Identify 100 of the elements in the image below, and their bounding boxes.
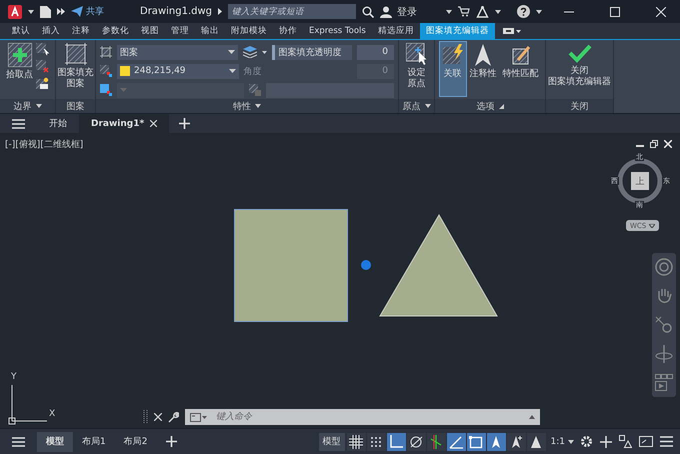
transparency-value[interactable]: 0 <box>357 44 394 60</box>
cart-icon[interactable] <box>458 6 470 17</box>
background-color-dropdown[interactable] <box>117 82 244 98</box>
triangle-nodes-icon[interactable] <box>476 6 489 18</box>
ribbon-tab[interactable]: 管理 <box>165 23 195 39</box>
layout-tab[interactable]: 布局2 <box>114 432 156 452</box>
drag-handle-icon[interactable] <box>143 410 148 424</box>
panel-title: 边界 <box>14 100 32 112</box>
layers-icon[interactable] <box>243 46 258 58</box>
caret-icon[interactable] <box>262 50 268 54</box>
selection-box-toggle[interactable] <box>466 432 486 450</box>
close-icon[interactable] <box>656 6 666 16</box>
ribbon-tab[interactable]: 注释 <box>66 23 96 39</box>
caret-icon[interactable] <box>495 10 501 14</box>
brush-icon <box>510 44 532 66</box>
expand-corner-icon[interactable] <box>498 104 504 108</box>
file-tab[interactable]: 开始 <box>37 114 79 134</box>
hand-icon[interactable] <box>656 287 672 306</box>
steering-wheel-icon[interactable] <box>655 258 673 276</box>
ribbon-tab[interactable]: 精选应用 <box>372 23 420 39</box>
annotative-button[interactable]: 注释性 <box>468 42 498 96</box>
file-icon[interactable] <box>40 6 51 18</box>
ribbon-tab[interactable]: Express Tools <box>303 23 372 39</box>
ribbon-tab[interactable]: 附加模块 <box>225 23 273 39</box>
corner-toggle[interactable] <box>386 432 406 450</box>
panel-toggle-icon[interactable] <box>502 27 521 35</box>
fullscreen-icon[interactable] <box>639 436 653 447</box>
file-tab[interactable]: Drawing1* <box>79 114 170 134</box>
pick-points-button[interactable]: 拾取点 <box>6 43 33 82</box>
menu-icon[interactable] <box>660 436 673 447</box>
caret-icon[interactable] <box>536 10 542 14</box>
viewport-label[interactable]: [-][俯视][二维线框] <box>5 138 84 151</box>
close-icon[interactable] <box>154 413 162 421</box>
transparency-field[interactable]: 图案填充透明度 <box>272 44 352 60</box>
target-toggle[interactable] <box>406 432 426 450</box>
triangle-icon <box>529 434 544 448</box>
help-icon[interactable] <box>517 5 530 18</box>
caret-icon[interactable] <box>424 104 430 108</box>
select-objects-icon[interactable] <box>36 43 49 56</box>
ribbon-tab[interactable]: 参数化 <box>96 23 135 39</box>
close-icon[interactable] <box>664 140 672 148</box>
plus-icon[interactable] <box>600 436 612 448</box>
caret-icon[interactable] <box>28 10 34 14</box>
showmotion-icon[interactable] <box>655 374 673 392</box>
grid-toggle[interactable] <box>346 432 366 450</box>
dots-toggle[interactable] <box>366 432 386 450</box>
wrench-icon[interactable] <box>168 412 179 422</box>
hatch-color-dropdown[interactable]: 248,215,49 <box>117 64 239 78</box>
paper-plane-icon <box>71 6 83 17</box>
axis-label: Y <box>11 372 16 382</box>
panel-title: 图案 <box>66 100 84 112</box>
ribbon-tab[interactable]: 协作 <box>273 23 303 39</box>
layout-tab[interactable]: 模型 <box>37 432 73 452</box>
search-field[interactable]: 键入关键字或短语 <box>228 4 356 19</box>
zoom-icon[interactable] <box>655 316 673 334</box>
ribbon-tab[interactable]: 插入 <box>36 23 66 39</box>
recreate-boundary-icon[interactable] <box>36 77 49 90</box>
share-button[interactable]: 共享 <box>71 5 104 18</box>
ribbon-tab[interactable]: 默认 <box>6 23 36 39</box>
command-field[interactable]: 键入命令 <box>214 411 523 423</box>
associative-button[interactable]: 关联 <box>440 42 466 96</box>
search-icon[interactable] <box>362 6 374 18</box>
orbit-icon[interactable] <box>655 344 673 363</box>
sign-in-button[interactable]: 登录 <box>380 4 417 18</box>
caret-right-icon[interactable] <box>218 8 222 15</box>
gear-icon[interactable] <box>580 435 593 448</box>
triangle-toggle[interactable] <box>526 432 546 450</box>
angle-toggle[interactable] <box>446 432 466 450</box>
restore-icon[interactable] <box>650 140 658 148</box>
viewcube-face[interactable]: 上 <box>631 172 649 190</box>
add-layout-icon[interactable] <box>166 436 178 447</box>
caret-icon[interactable] <box>36 104 42 108</box>
annotation-scale-dropdown[interactable]: 1:1 <box>550 436 574 446</box>
layout-tab[interactable]: 布局1 <box>73 432 115 452</box>
caret-icon[interactable] <box>255 104 261 108</box>
ribbon-tab[interactable]: 输出 <box>195 23 225 39</box>
axis-label: X <box>49 409 56 419</box>
target-icon <box>409 434 424 448</box>
close-editor-button[interactable]: 关闭 图案填充编辑器 <box>546 43 612 88</box>
double-chevron-icon[interactable] <box>57 8 65 15</box>
maximize-icon[interactable] <box>610 6 620 16</box>
isolate-objects-icon[interactable] <box>619 435 632 448</box>
model-space-button[interactable]: 模型 <box>318 432 345 450</box>
remove-boundary-icon[interactable] <box>36 60 49 73</box>
hatch-swatch-icon <box>64 43 86 65</box>
app-logo-icon[interactable] <box>8 4 22 18</box>
pattern-type-dropdown[interactable]: 图案 <box>117 44 238 60</box>
close-icon[interactable] <box>150 120 158 127</box>
menu-icon[interactable] <box>12 436 25 446</box>
set-origin-button[interactable]: 设定原点 <box>406 43 428 90</box>
corner-icon <box>389 434 404 448</box>
match-button[interactable]: 特性匹配 <box>500 42 540 96</box>
ribbon-tab[interactable]: 视图 <box>135 23 165 39</box>
menu-icon[interactable] <box>12 118 25 128</box>
grip-point[interactable] <box>361 260 371 270</box>
add-tab-icon[interactable] <box>179 118 190 129</box>
hatch-pattern-button[interactable]: 图案填充图案 <box>56 43 94 90</box>
check-icon <box>568 43 592 63</box>
caret-icon[interactable] <box>446 10 452 14</box>
crosshair-toggle[interactable] <box>426 432 446 450</box>
